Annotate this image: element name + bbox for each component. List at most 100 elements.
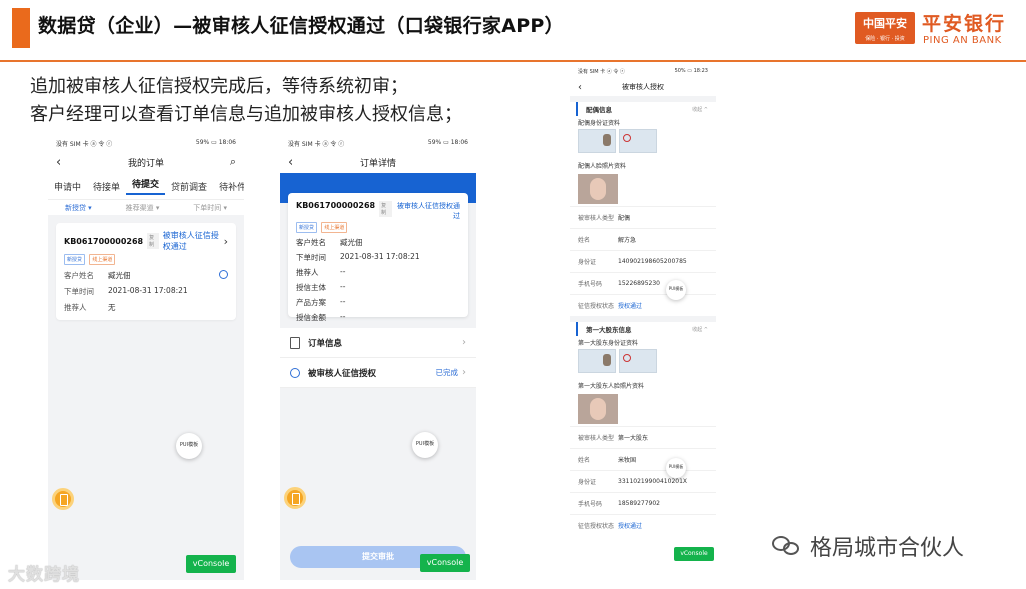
detail-row: 推荐人 -- — [296, 267, 460, 278]
row-value: 第一大股东 — [618, 435, 649, 442]
vconsole-button[interactable]: vConsole — [186, 555, 236, 573]
id-card-back-image[interactable] — [619, 349, 657, 373]
tab-pending-supplement[interactable]: 待补件 — [213, 180, 244, 193]
menu-credit-authorization[interactable]: 被审核人征信授权 已完成 › — [280, 358, 476, 388]
menu-order-info[interactable]: 订单信息 › — [280, 328, 476, 358]
back-icon[interactable]: ‹ — [288, 155, 293, 170]
phone-call-icon[interactable] — [219, 270, 228, 279]
wechat-icon — [770, 533, 804, 559]
nav-bar: ‹ 被审核人授权 — [570, 78, 716, 96]
search-icon[interactable]: ⌕ — [230, 155, 236, 169]
phone-my-orders: 没有 SIM 卡 ⓐ 令 ⓡ 59% ▭ 18:06 ‹ 我的订单 ⌕ 申请中 … — [48, 135, 244, 580]
vconsole-button[interactable]: vConsole — [674, 547, 714, 561]
detail-row: 客户姓名 臧光佃 — [296, 237, 460, 248]
row-key: 下单时间 — [296, 253, 326, 262]
tab-pre-loan-survey[interactable]: 贷前调查 — [165, 180, 213, 193]
status-completed: 已完成 — [435, 368, 459, 377]
order-row: 下单时间 2021-08-31 17:08:21 — [64, 286, 228, 297]
back-icon[interactable]: ‹ — [56, 155, 61, 170]
id-card-front-image[interactable] — [578, 349, 616, 373]
shareholder-face-photo[interactable] — [578, 394, 618, 424]
copy-button[interactable]: 复制 — [147, 233, 159, 249]
back-icon[interactable]: ‹ — [578, 82, 582, 93]
pui-floating-button[interactable]: PUI模板 — [176, 433, 202, 459]
phone-auditee-authorization: 没有 SIM 卡 ⓐ 令 ⓡ 50% ▭ 18:23 ‹ 被审核人授权 配偶信息… — [570, 66, 716, 566]
detail-row: 授信主体 -- — [296, 282, 460, 293]
kv-row: 姓名 米牧国 — [570, 448, 716, 470]
order-status: 被审核人征信授权通过 — [397, 202, 460, 220]
status-right: 59% ▭ 18:06 — [427, 139, 468, 146]
row-key: 客户姓名 — [296, 238, 326, 247]
order-card[interactable]: KB061700000268 复制 被审核人征信授权通过 › 新授贷 线上渠道 … — [56, 223, 236, 320]
detail-row: 产品方案 -- — [296, 297, 460, 308]
filter-bar: 新授贷 ▾ 推荐渠道 ▾ 下单时间 ▾ — [48, 199, 244, 215]
spouse-face-photo[interactable] — [578, 174, 618, 204]
slide: 数据贷（企业）—被审核人征信授权通过（口袋银行家APP） 中国平安 保险 · 银… — [0, 0, 1026, 589]
kv-row: 姓名 解方急 — [570, 228, 716, 250]
row-key: 被审核人类型 — [578, 215, 615, 222]
filter-channel[interactable]: 推荐渠道 ▾ — [126, 203, 160, 213]
row-value: -- — [340, 297, 346, 306]
row-key: 客户姓名 — [64, 271, 94, 280]
logo-box-text: 中国平安 — [863, 17, 907, 30]
filter-time[interactable]: 下单时间 ▾ — [193, 203, 227, 213]
tag-online-channel: 线上渠道 — [321, 222, 348, 233]
coin-float-icon[interactable] — [52, 488, 74, 510]
id-card-front-image[interactable] — [578, 129, 616, 153]
order-row: 客户姓名 臧光佃 — [64, 270, 228, 281]
status-left: 没有 SIM 卡 ⓐ 令 ⓡ — [56, 141, 113, 148]
kv-row: 被审核人类型 配偶 — [570, 206, 716, 228]
row-key: 姓名 — [578, 237, 591, 244]
copy-button[interactable]: 复制 — [379, 201, 393, 217]
nav-title: 订单详情 — [359, 158, 396, 169]
order-number: KB061700000268 — [296, 201, 376, 210]
detail-card-header: KB061700000268 复制 被审核人征信授权通过 — [296, 201, 460, 221]
pui-floating-button[interactable]: PUI模板 — [666, 280, 686, 300]
row-value: 2021-08-31 17:08:21 — [108, 286, 188, 295]
watermark-left: 大数跨境 — [8, 565, 80, 585]
tag-online-channel: 线上渠道 — [89, 254, 116, 265]
tag-new-loan: 新授贷 — [64, 254, 86, 265]
shareholder-face-label: 第一大股东人脸照片资料 — [578, 383, 645, 390]
tab-pending-accept[interactable]: 待接单 — [87, 180, 126, 193]
tab-applying[interactable]: 申请中 — [48, 180, 87, 193]
row-key: 姓名 — [578, 457, 591, 464]
logo-name: 平安银行 — [922, 13, 1007, 35]
order-card-header: KB061700000268 复制 被审核人征信授权通过 › — [64, 230, 228, 252]
collapse-toggle[interactable]: 收起 ^ — [692, 106, 708, 113]
row-value: 无 — [108, 303, 116, 312]
order-tags: 新授贷 线上渠道 — [296, 222, 460, 233]
row-key: 产品方案 — [296, 298, 326, 307]
coin-float-icon[interactable] — [284, 487, 306, 509]
pui-floating-button[interactable]: PUI模板 — [666, 458, 686, 478]
row-key: 手机号码 — [578, 281, 603, 288]
collapse-toggle[interactable]: 收起 ^ — [692, 326, 708, 333]
spouse-face-label: 配偶人脸照片资料 — [578, 163, 627, 170]
row-key: 推荐人 — [64, 303, 87, 312]
status-bar: 没有 SIM 卡 ⓐ 令 ⓡ 59% ▭ 18:06 — [280, 135, 476, 151]
spouse-id-label: 配偶身份证资料 — [578, 120, 621, 127]
detail-menu: 订单信息 › 被审核人征信授权 已完成 › — [280, 328, 476, 388]
shareholder-id-label: 第一大股东身份证资料 — [578, 340, 639, 347]
status-bar: 没有 SIM 卡 ⓐ 令 ⓡ 59% ▭ 18:06 — [48, 135, 244, 151]
phone-order-detail: 没有 SIM 卡 ⓐ 令 ⓡ 59% ▭ 18:06 ‹ 订单详情 KB0617… — [280, 135, 476, 580]
kv-row: 征信授权状态 授权通过 — [570, 514, 716, 536]
row-key: 征信授权状态 — [578, 523, 615, 530]
watermark-right: 格局城市合伙人 — [770, 530, 964, 562]
order-tags: 新授贷 线上渠道 — [64, 254, 228, 265]
order-tabs: 申请中 待接单 待提交 贷前调查 待补件 — [48, 173, 244, 199]
pui-floating-button[interactable]: PUI模板 — [412, 432, 438, 458]
chevron-right-icon: › — [462, 367, 466, 378]
filter-product[interactable]: 新授贷 ▾ — [65, 203, 92, 213]
menu-label: 被审核人征信授权 — [308, 368, 377, 379]
chevron-right-icon: › — [223, 234, 228, 248]
vconsole-button[interactable]: vConsole — [420, 554, 470, 572]
kv-row: 手机号码 15226895230 — [570, 272, 716, 294]
id-card-back-image[interactable] — [619, 129, 657, 153]
row-value: 2021-08-31 17:08:21 — [340, 252, 420, 261]
row-value: 臧光佃 — [340, 238, 363, 247]
spouse-id-images — [570, 129, 716, 155]
tab-pending-submit[interactable]: 待提交 — [126, 177, 166, 195]
pingan-logo: 中国平安 保险 · 银行 · 投资 — [855, 12, 915, 44]
status-left: 没有 SIM 卡 ⓐ 令 ⓡ — [288, 141, 345, 148]
